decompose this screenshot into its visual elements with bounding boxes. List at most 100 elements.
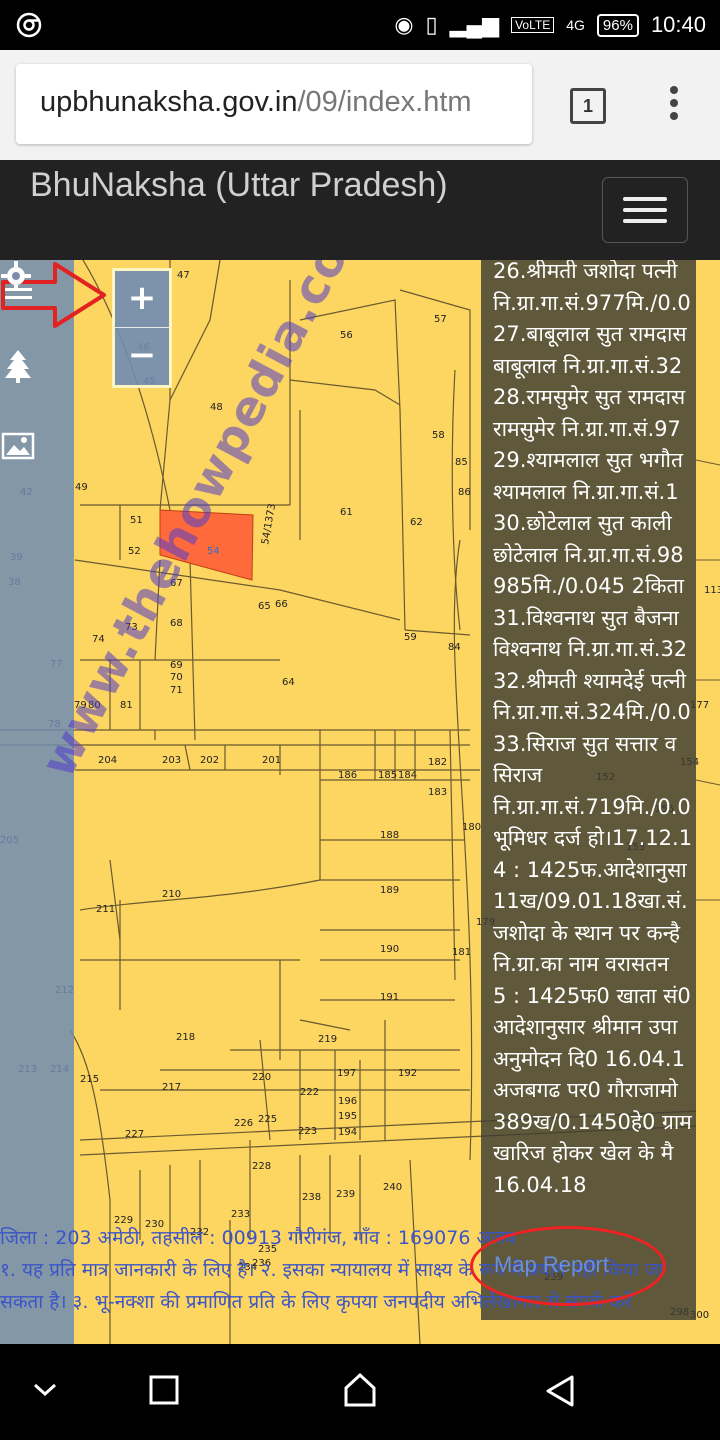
info-line: नि.ग्रा.गा.सं.719मि./0.0 (493, 794, 691, 819)
plot-number-label: 233 (231, 1209, 250, 1220)
info-line: नि.ग्रा.गा.सं.324मि./0.0 (493, 700, 691, 724)
plot-number-label: 239 (336, 1189, 355, 1200)
info-line: 28.रामसुमेर सुत रामदास (493, 385, 686, 409)
plot-number-label: 223 (298, 1126, 317, 1137)
plot-number-label: 203 (162, 755, 181, 766)
plot-number-label: 185 (378, 770, 397, 781)
settings-gear-icon[interactable] (0, 260, 32, 292)
overflow-menu-icon[interactable] (668, 86, 680, 126)
plot-number-label: 57 (434, 314, 447, 325)
plot-number-label: 195 (338, 1111, 357, 1122)
plot-number-label: 191 (380, 992, 399, 1003)
plot-number-label: 85 (455, 457, 468, 468)
info-line: 26.श्रीमती जशोदा पत्नी (493, 260, 678, 283)
plot-number-label: 86 (458, 487, 471, 498)
plot-number-label: 183 (428, 787, 447, 798)
plot-number-label: 192 (398, 1068, 417, 1079)
url-field[interactable]: upbhunaksha.gov.in/09/index.htm (16, 64, 532, 144)
plot-number-label: 68 (170, 618, 183, 629)
plot-number-label: 225 (258, 1114, 277, 1125)
tab-switcher-button[interactable]: 1 (570, 88, 606, 124)
vibrate-icon: ▯ (425, 12, 438, 37)
back-button[interactable] (544, 1374, 576, 1408)
plot-number-label: 113 (704, 585, 720, 596)
plot-number-label: 218 (176, 1032, 195, 1043)
url-domain: upbhunaksha.gov.in (40, 86, 298, 118)
plot-number-label: 184 (398, 770, 417, 781)
info-line: 30.छोटेलाल सुत काली (493, 511, 672, 535)
system-nav-bar (0, 1344, 720, 1440)
info-line: 29.श्यामलाल सुत भगौत (493, 448, 683, 472)
plot-number-label: 51 (130, 515, 143, 526)
status-bar: ◉ ▯ ▂▄▆ VoLTE 4G 96% 10:40 (0, 0, 720, 50)
info-line: अजबगढ पर0 गौराजामो (493, 1078, 678, 1102)
info-line: जशोदा के स्थान पर कन्है (493, 920, 681, 945)
plot-number-label: 180 (462, 822, 481, 833)
plot-number-label: 240 (383, 1182, 402, 1193)
plot-number-label: 228 (252, 1161, 271, 1172)
hide-keyboard-icon[interactable] (30, 1380, 60, 1400)
plot-number-label: 226 (234, 1118, 253, 1129)
info-line: आदेशानुसार श्रीमान उपा (493, 1015, 678, 1039)
tree-icon[interactable] (0, 348, 36, 384)
plot-number-label: 188 (380, 830, 399, 841)
plot-number-label: 194 (338, 1127, 357, 1138)
info-line: नि.ग्रा.गा.सं.977मि./0.0 (493, 290, 691, 315)
info-line: खारिज होकर खेल के मै (493, 1141, 674, 1165)
plot-number-label: 65 (258, 601, 271, 612)
map-side-toolbar (0, 260, 74, 1344)
app-header: BhuNaksha (Uttar Pradesh) (0, 160, 720, 260)
info-line: 389ख/0.1450हे0 ग्राम (493, 1109, 692, 1134)
plot-number-label: 56 (340, 330, 353, 341)
info-line: नि.ग्रा.का नाम वरासतन (493, 952, 669, 976)
map-report-link[interactable]: Map Report (494, 1252, 609, 1278)
battery-indicator: 96% (596, 13, 639, 37)
network-gen: 4G (566, 17, 585, 33)
plot-number-label: 217 (162, 1082, 181, 1093)
chrome-icon (16, 12, 42, 38)
plot-number-label: 186 (338, 770, 357, 781)
signal-icon: ▂▄▆ (449, 12, 500, 37)
info-line: बाबूलाल नि.ग्रा.गा.सं.32 (493, 353, 683, 378)
info-line: 5 : 1425फ0 खाता सं0 (493, 983, 691, 1008)
plot-number-label: 182 (428, 757, 447, 768)
zoom-control: + − (112, 268, 172, 388)
home-button[interactable] (342, 1372, 378, 1408)
info-line: 27.बाबूलाल सुत रामदास (493, 322, 687, 346)
plot-number-label: 190 (380, 944, 399, 955)
plot-number-label: 84 (448, 642, 461, 653)
plot-number-label: 204 (98, 755, 117, 766)
info-line: छोटेलाल नि.ग्रा.गा.सं.98 (493, 542, 684, 567)
zoom-in-button[interactable]: + (115, 271, 169, 328)
info-line: 11ख/09.01.18खा.सं. (493, 889, 688, 913)
info-line: 32.श्रीमती श्यामदेई पत्नी (493, 668, 687, 693)
info-line: सिराज (493, 763, 543, 787)
recents-button[interactable] (148, 1374, 180, 1406)
owner-details-list: 26.श्रीमती जशोदा पत्नी नि.ग्रा.गा.सं.977म… (493, 260, 696, 1201)
browser-toolbar: upbhunaksha.gov.in/09/index.htm 1 (0, 50, 720, 160)
plot-number-label: 59 (404, 632, 417, 643)
cadastral-map[interactable]: 4756574645485885866162494251525454/13736… (0, 260, 720, 1344)
plot-number-label: 69 (170, 660, 183, 671)
info-line: 4 : 1425फ.आदेशानुसा (493, 857, 687, 882)
plot-number-label: 196 (338, 1096, 357, 1107)
image-icon[interactable] (0, 428, 36, 464)
volte-badge: VoLTE (511, 17, 555, 33)
plot-number-label: 201 (262, 755, 281, 766)
plot-number-label: 71 (170, 685, 183, 696)
app-title: BhuNaksha (Uttar Pradesh) (30, 166, 448, 204)
plot-info-panel: 26.श्रीमती जशोदा पत्नी नि.ग्रा.गा.सं.977म… (481, 260, 696, 1320)
menu-toggle-button[interactable] (602, 177, 688, 243)
plot-number-label: 70 (170, 672, 183, 683)
url-path: /09/index.htm (297, 86, 472, 118)
info-line: 31.विश्वनाथ सुत बैजना (493, 605, 679, 630)
zoom-out-button[interactable]: − (115, 328, 169, 384)
plot-number-label: 181 (452, 947, 471, 958)
plot-number-label: 54 (207, 546, 220, 557)
info-line: 16.04.18 (493, 1172, 587, 1197)
clock: 10:40 (650, 12, 706, 37)
plot-number-label: 189 (380, 885, 399, 896)
plot-number-label: 219 (318, 1034, 337, 1045)
info-line: श्यामलाल नि.ग्रा.गा.सं.1 (493, 479, 679, 504)
info-line: 33.सिराज सुत सत्तार व (493, 731, 677, 756)
